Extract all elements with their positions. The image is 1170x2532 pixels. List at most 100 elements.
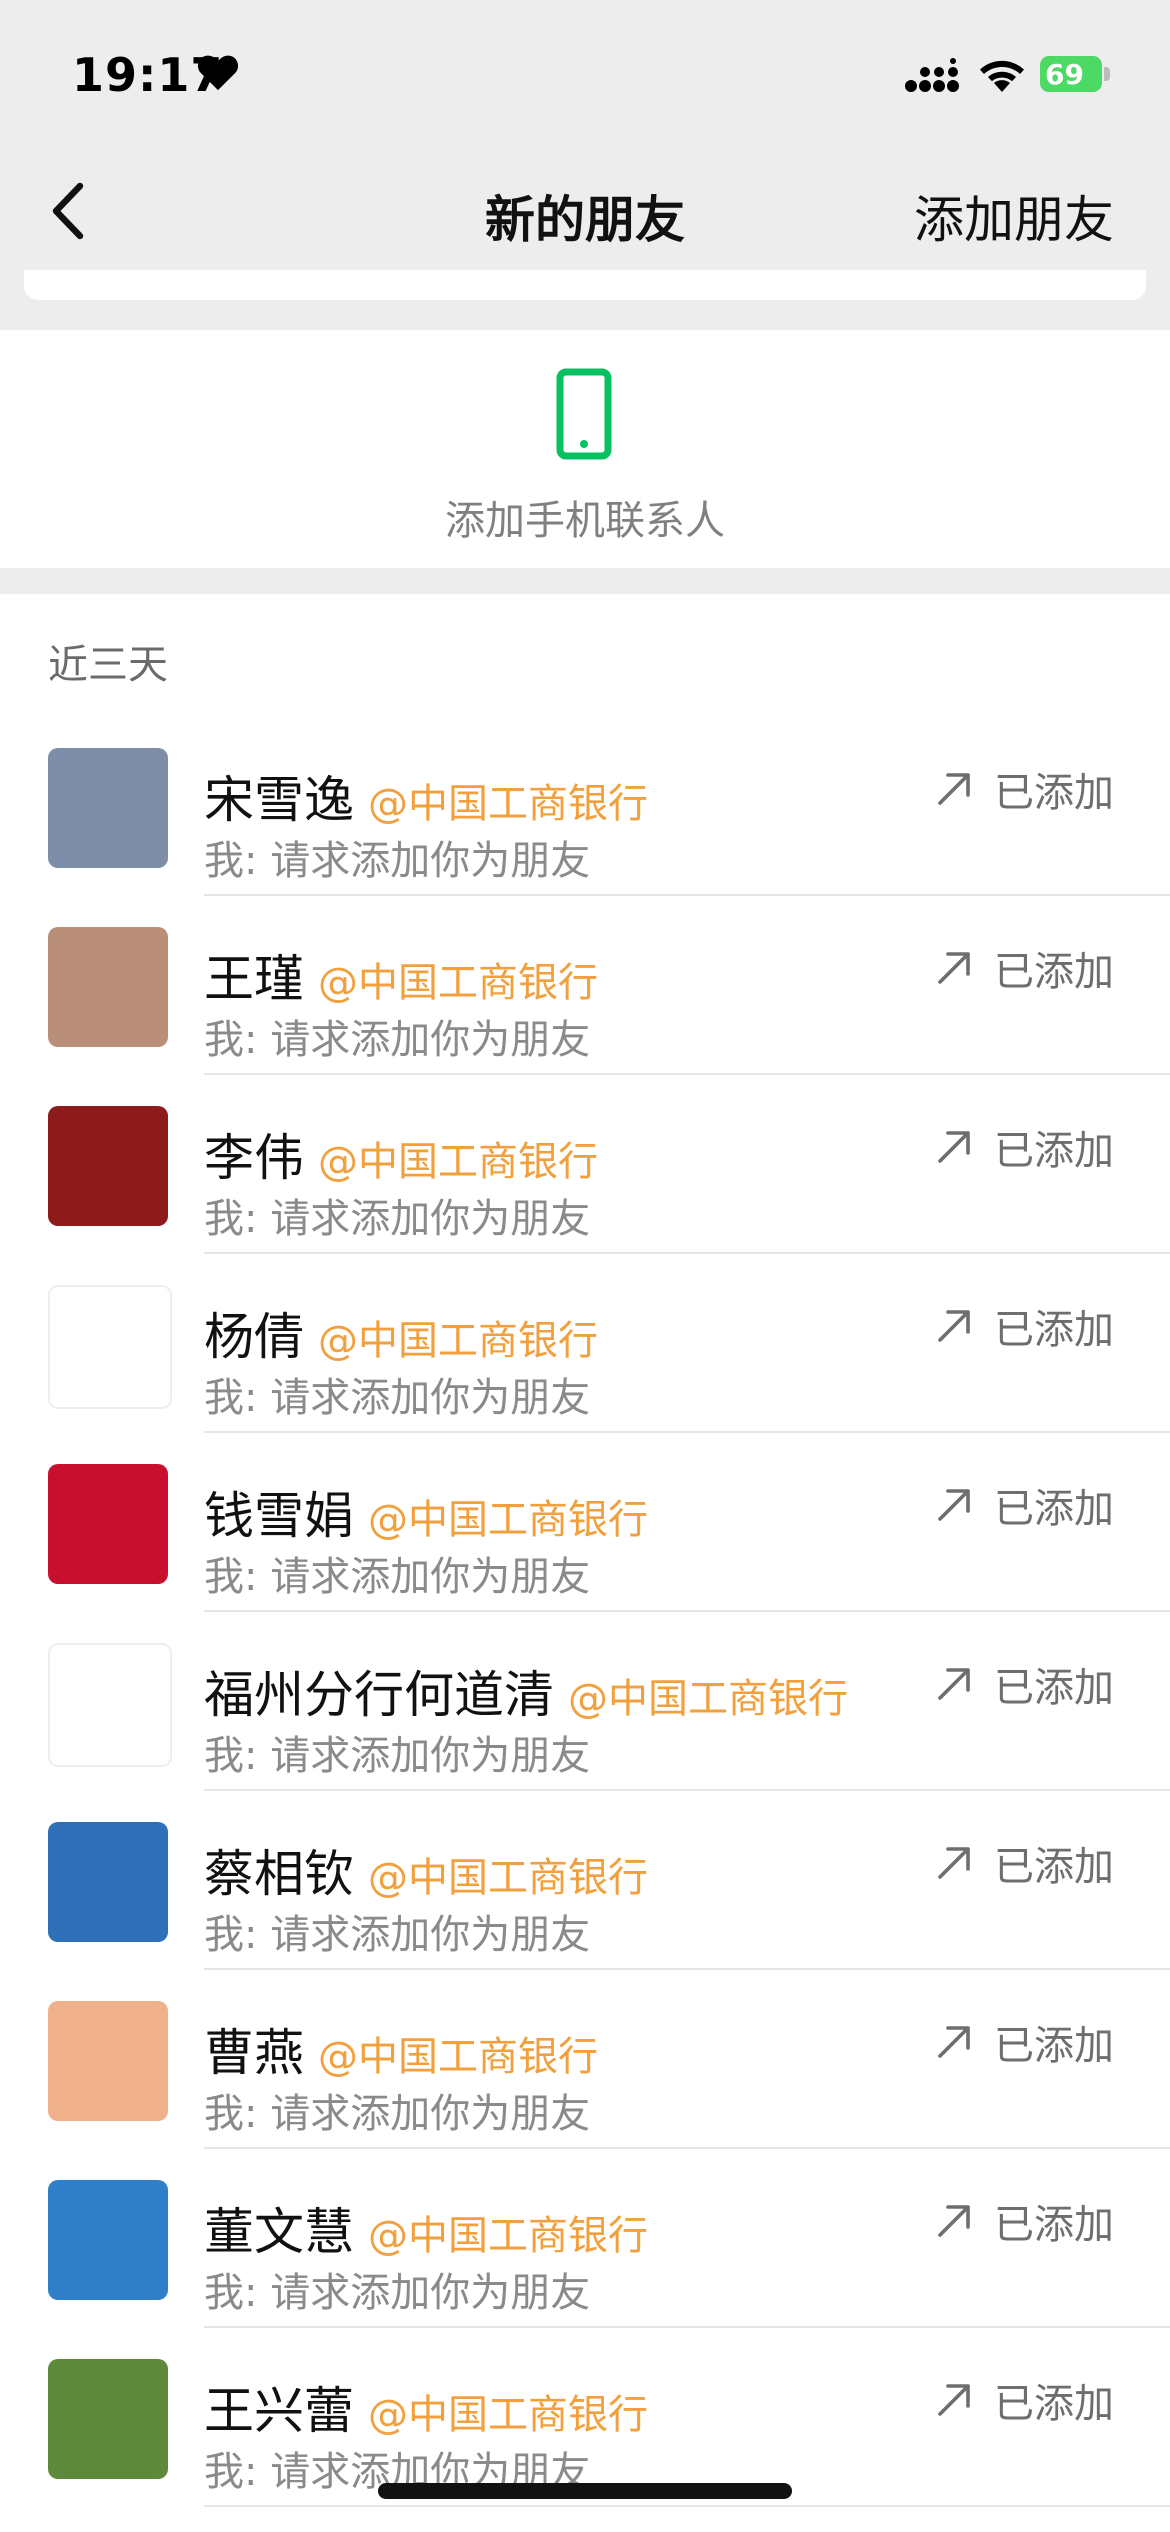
avatar[interactable] xyxy=(48,748,168,868)
contact-org: @中国工商银行 xyxy=(368,781,648,827)
request-message: 我: 请求添加你为朋友 xyxy=(204,838,591,884)
avatar[interactable] xyxy=(48,1643,172,1767)
arrow-up-right-icon xyxy=(938,1847,970,1879)
contact-org: @中国工商银行 xyxy=(318,1139,598,1185)
list-item[interactable]: 钱雪娟 @中国工商银行 我: 请求添加你为朋友 已添加 xyxy=(0,1432,1170,1612)
added-status: 已添加 xyxy=(934,1297,1114,1355)
add-phone-contacts-label: 添加手机联系人 xyxy=(445,498,725,544)
request-message: 我: 请求添加你为朋友 xyxy=(204,1912,591,1958)
request-message: 我: 请求添加你为朋友 xyxy=(204,1017,591,1063)
cellular-signal-icon xyxy=(905,58,959,92)
status-label: 已添加 xyxy=(994,2202,1114,2248)
status-label: 已添加 xyxy=(994,1844,1114,1890)
avatar[interactable] xyxy=(48,1106,168,1226)
contact-name: 王兴蕾 xyxy=(204,2382,354,2440)
avatar[interactable] xyxy=(48,1464,168,1584)
arrow-up-right-icon xyxy=(938,1668,970,1700)
arrow-up-right-icon xyxy=(938,2026,970,2058)
contact-org: @中国工商银行 xyxy=(368,2392,648,2438)
list-item[interactable]: 宋雪逸 @中国工商银行 我: 请求添加你为朋友 已添加 xyxy=(0,716,1170,896)
name-line: 曹燕 @中国工商银行 xyxy=(204,2013,598,2085)
added-status: 已添加 xyxy=(934,939,1114,997)
list-item[interactable]: 蔡相钦 @中国工商银行 我: 请求添加你为朋友 已添加 xyxy=(0,1790,1170,1970)
added-status: 已添加 xyxy=(934,1476,1114,1534)
battery-level: 69 xyxy=(1040,56,1102,92)
avatar[interactable] xyxy=(48,927,168,1047)
avatar[interactable] xyxy=(48,1822,168,1942)
list-item[interactable]: 福州分行何道清 @中国工商银行 我: 请求添加你为朋友 已添加 xyxy=(0,1611,1170,1791)
avatar[interactable] xyxy=(48,2001,168,2121)
heart-icon xyxy=(197,55,239,91)
contact-name: 蔡相钦 xyxy=(204,1845,354,1903)
list-item[interactable]: 王兴蕾 @中国工商银行 我: 请求添加你为朋友 已添加 xyxy=(0,2327,1170,2507)
name-line: 蔡相钦 @中国工商银行 xyxy=(204,1834,648,1906)
name-line: 杨倩 @中国工商银行 xyxy=(204,1297,598,1369)
section-gap xyxy=(0,568,1170,594)
contact-name: 李伟 xyxy=(204,1129,304,1187)
arrow-up-right-icon xyxy=(938,952,970,984)
add-phone-contacts[interactable]: 添加手机联系人 xyxy=(0,330,1170,568)
contact-org: @中国工商银行 xyxy=(318,1318,598,1364)
added-status: 已添加 xyxy=(934,1655,1114,1713)
avatar[interactable] xyxy=(48,2359,168,2479)
arrow-up-right-icon xyxy=(938,1310,970,1342)
arrow-up-right-icon xyxy=(938,2205,970,2237)
contact-org: @中国工商银行 xyxy=(318,960,598,1006)
battery-cap xyxy=(1104,67,1110,81)
added-status: 已添加 xyxy=(934,1834,1114,1892)
avatar[interactable] xyxy=(48,2180,168,2300)
contact-org: @中国工商银行 xyxy=(568,1676,848,1722)
navigation-bar: 新的朋友 添加朋友 xyxy=(0,150,1170,270)
list-item[interactable]: 李伟 @中国工商银行 我: 请求添加你为朋友 已添加 xyxy=(0,1074,1170,1254)
list-item[interactable]: 杨倩 @中国工商银行 我: 请求添加你为朋友 已添加 xyxy=(0,1253,1170,1433)
arrow-up-right-icon xyxy=(938,1131,970,1163)
status-label: 已添加 xyxy=(994,2023,1114,2069)
name-line: 福州分行何道清 @中国工商银行 xyxy=(204,1655,848,1727)
name-line: 王瑾 @中国工商银行 xyxy=(204,939,598,1011)
contact-name: 董文慧 xyxy=(204,2203,354,2261)
contact-org: @中国工商银行 xyxy=(318,2034,598,2080)
added-status: 已添加 xyxy=(934,2371,1114,2429)
contact-name: 王瑾 xyxy=(204,950,304,1008)
status-label: 已添加 xyxy=(994,770,1114,816)
search-box[interactable] xyxy=(24,270,1146,300)
added-status: 已添加 xyxy=(934,2013,1114,2071)
request-message: 我: 请求添加你为朋友 xyxy=(204,2270,591,2316)
arrow-up-right-icon xyxy=(938,2384,970,2416)
home-indicator[interactable] xyxy=(378,2483,792,2499)
contact-name: 曹燕 xyxy=(204,2024,304,2082)
contact-name: 钱雪娟 xyxy=(204,1487,354,1545)
contact-org: @中国工商银行 xyxy=(368,1855,648,1901)
list-item[interactable]: 王瑾 @中国工商银行 我: 请求添加你为朋友 已添加 xyxy=(0,895,1170,1075)
contact-name: 杨倩 xyxy=(204,1308,304,1366)
status-label: 已添加 xyxy=(994,1486,1114,1532)
name-line: 王兴蕾 @中国工商银行 xyxy=(204,2371,648,2443)
name-line: 钱雪娟 @中国工商银行 xyxy=(204,1476,648,1548)
added-status: 已添加 xyxy=(934,1118,1114,1176)
status-label: 已添加 xyxy=(994,2381,1114,2427)
search-strip xyxy=(0,270,1170,330)
status-bar: 19:17 69 xyxy=(0,0,1170,150)
status-label: 已添加 xyxy=(994,949,1114,995)
status-label: 已添加 xyxy=(994,1128,1114,1174)
request-message: 我: 请求添加你为朋友 xyxy=(204,1375,591,1421)
contact-org: @中国工商银行 xyxy=(368,1497,648,1543)
status-label: 已添加 xyxy=(994,1307,1114,1353)
divider xyxy=(204,2505,1170,2507)
mobile-phone-icon xyxy=(556,368,612,460)
contact-name: 宋雪逸 xyxy=(204,771,354,829)
request-message: 我: 请求添加你为朋友 xyxy=(204,1733,591,1779)
list-item[interactable]: 曹燕 @中国工商银行 我: 请求添加你为朋友 已添加 xyxy=(0,1969,1170,2149)
wifi-icon xyxy=(980,60,1024,92)
list-item[interactable]: 董文慧 @中国工商银行 我: 请求添加你为朋友 已添加 xyxy=(0,2148,1170,2328)
request-message: 我: 请求添加你为朋友 xyxy=(204,1196,591,1242)
request-message: 我: 请求添加你为朋友 xyxy=(204,2091,591,2137)
status-label: 已添加 xyxy=(994,1665,1114,1711)
avatar[interactable] xyxy=(48,1285,172,1409)
contact-name: 福州分行何道清 xyxy=(204,1666,554,1724)
add-friend-button[interactable]: 添加朋友 xyxy=(914,180,1114,252)
battery-icon: 69 xyxy=(1040,56,1114,92)
section-header: 近三天 xyxy=(48,642,168,688)
arrow-up-right-icon xyxy=(938,1489,970,1521)
contact-org: @中国工商银行 xyxy=(368,2213,648,2259)
